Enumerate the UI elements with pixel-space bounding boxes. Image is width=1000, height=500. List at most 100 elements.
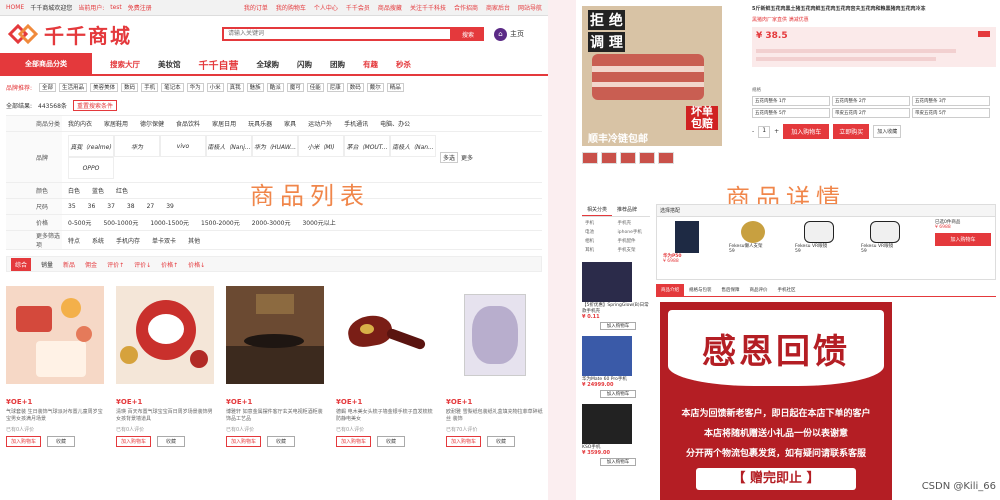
add-to-cart-button[interactable]: 加入购物车 [783, 124, 830, 139]
filter-option[interactable]: 手机内存 [116, 236, 140, 245]
brand-option[interactable]: 小米（MI) [298, 135, 344, 157]
filter-option[interactable]: 36 [88, 203, 96, 210]
reset-filters-button[interactable]: 重置搜索条件 [72, 100, 117, 111]
filter-option[interactable]: 蓝色 [92, 186, 104, 195]
sort-option[interactable]: 新品 [63, 260, 75, 269]
side-product-title[interactable]: 【5折优惠】SpringGlow(B)日常款手机壳 [582, 302, 650, 314]
nav-item[interactable]: 美妆馆 [158, 59, 181, 70]
filter-option[interactable]: 食品饮料 [176, 119, 200, 128]
filter-option[interactable]: 1000-1500元 [150, 218, 189, 227]
spec-option[interactable]: 五花肉整条 2斤 [832, 96, 910, 106]
product-card[interactable]: ¥OE+1 博雅轩 如意金属摆件客厅玄关电视柜酒柜装饰品工艺品 已有0人评价 加… [226, 286, 324, 447]
spec-option[interactable]: 五花肉整条 5斤 [752, 108, 830, 118]
product-image[interactable] [226, 286, 324, 384]
brand-chip[interactable]: 华为 [186, 82, 204, 92]
search-input[interactable] [222, 27, 452, 41]
brand-option[interactable]: 南极人（Nan... [390, 135, 436, 157]
brand-chip[interactable]: 数码 [346, 82, 364, 92]
product-title[interactable]: 气球套装 生日装饰气球派对布置儿童周岁宝宝男女孩满月场景 [6, 409, 104, 423]
bundle-item[interactable]: 华为P50 ¥ 6988 [663, 221, 711, 264]
thumbnail[interactable] [620, 152, 636, 164]
filter-option[interactable]: 39 [166, 203, 174, 210]
nav-item[interactable]: 闪购 [297, 59, 312, 70]
product-image[interactable] [336, 286, 434, 384]
register-link[interactable]: 免费注册 [128, 3, 152, 12]
sort-option[interactable]: 销量 [41, 260, 53, 269]
filter-option[interactable]: 2000-3000元 [252, 218, 291, 227]
spec-option[interactable]: 带皮五花肉 5斤 [912, 108, 990, 118]
logo[interactable]: 千千商城 [8, 20, 132, 49]
filter-option[interactable]: 500-1000元 [103, 218, 138, 227]
qty-decrease[interactable]: - [752, 128, 754, 135]
product-card[interactable]: ¥OE+1 德蝎 电木美女头梳子墙金银手梳子直发梳梳防静电美女 已有0人评价 加… [336, 286, 434, 447]
product-image[interactable] [6, 286, 104, 384]
top-link[interactable]: 商家后台 [486, 3, 510, 12]
filter-option[interactable]: 我的内衣 [68, 119, 92, 128]
brand-chip[interactable]: 戴尔 [366, 82, 384, 92]
brand-chip[interactable]: 笔记本 [161, 82, 184, 92]
brand-chip[interactable]: 酷派 [266, 82, 284, 92]
brand-chip[interactable]: 手机 [141, 82, 159, 92]
filter-option[interactable]: 3000元以上 [302, 218, 335, 227]
filter-option[interactable]: 系统 [92, 236, 104, 245]
side-product[interactable]: 【5折优惠】SpringGlow(B)日常款手机壳 ¥ 0.11 加入购物车 [582, 262, 650, 330]
brand-option[interactable]: 华为 [114, 135, 160, 157]
product-card[interactable]: ¥OE+1 清瑛 百天布置气球宝宝百日周岁场景装饰男女孩背景墙道具 已有0人评价… [116, 286, 214, 447]
side-category[interactable]: 电池 [585, 229, 615, 235]
side-category[interactable]: 手机壳 [618, 220, 648, 226]
filter-option[interactable]: 玩具乐器 [248, 119, 272, 128]
search-button[interactable]: 搜索 [452, 27, 484, 41]
add-to-cart-button[interactable]: 加入购物车 [336, 436, 372, 447]
product-title[interactable]: 德蝎 电木美女头梳子墙金银手梳子直发梳梳防静电美女 [336, 409, 434, 423]
nav-item[interactable]: 秒杀 [396, 59, 411, 70]
add-to-cart-button[interactable]: 加入购物车 [446, 436, 482, 447]
side-category[interactable]: 手机 [585, 220, 615, 226]
brand-option[interactable]: 华为（HUAW... [252, 135, 298, 157]
detail-tab[interactable]: 规格与包装 [684, 284, 717, 296]
share-icon[interactable] [978, 31, 990, 37]
sort-option[interactable]: 价格↑ [161, 260, 178, 269]
home-button[interactable]: ⌂ 主页 [494, 27, 524, 41]
brand-chip[interactable]: 生活用品 [59, 82, 88, 92]
sort-option[interactable]: 价格↓ [188, 260, 205, 269]
spec-option[interactable]: 五花肉整条 3斤 [912, 96, 990, 106]
spec-option[interactable]: 带皮五花肉 2斤 [832, 108, 910, 118]
side-category[interactable]: 手机支架 [618, 247, 648, 253]
brand-option[interactable]: 真我（realme) [68, 135, 114, 157]
bundle-item[interactable]: Fekesu VR眼镜 59 [795, 221, 843, 264]
add-to-cart-button[interactable]: 加入购物车 [6, 436, 42, 447]
top-link[interactable]: 我的购物车 [276, 3, 306, 12]
sort-option[interactable]: 佣金 [85, 260, 97, 269]
favorite-button[interactable]: 加入收藏 [873, 125, 902, 138]
brand-chip[interactable]: 美容美体 [90, 82, 119, 92]
filter-option[interactable]: 红色 [116, 186, 128, 195]
detail-tab[interactable]: 商品评价 [745, 284, 773, 296]
brand-chip[interactable]: 小米 [206, 82, 224, 92]
nav-item[interactable]: 搜索大厅 [110, 59, 140, 70]
brand-option[interactable]: 茅台（MOUT... [344, 135, 390, 157]
favorite-button[interactable]: 收藏 [377, 436, 406, 447]
top-link[interactable]: 我的订单 [244, 3, 268, 12]
detail-tab[interactable]: 售后保障 [717, 284, 745, 296]
filter-option[interactable]: 37 [107, 203, 115, 210]
top-link[interactable]: 网站导航 [518, 3, 542, 12]
brand-chip[interactable]: 精品 [386, 82, 404, 92]
brand-chip[interactable]: 数码 [121, 82, 139, 92]
product-image[interactable] [116, 286, 214, 384]
filter-option[interactable]: 27 [147, 203, 155, 210]
home-link[interactable]: HOME [6, 4, 24, 11]
side-add-to-cart[interactable]: 加入购物车 [600, 322, 636, 330]
nav-item[interactable]: 团购 [330, 59, 345, 70]
filter-option[interactable]: 白色 [68, 186, 80, 195]
filter-option[interactable]: 1500-2000元 [201, 218, 240, 227]
side-product-image[interactable] [582, 336, 632, 376]
all-categories[interactable]: 全部商品分类 [0, 53, 92, 75]
side-product[interactable]: KSO手机 ¥ 3599.00 加入购物车 [582, 404, 650, 466]
filter-option[interactable]: 35 [68, 203, 76, 210]
side-add-to-cart[interactable]: 加入购物车 [600, 458, 636, 466]
nav-item[interactable]: 全球购 [257, 59, 280, 70]
side-category[interactable]: 耳机 [585, 247, 615, 253]
bundle-add-to-cart[interactable]: 加入购物车 [935, 233, 991, 246]
filter-option[interactable]: 38 [127, 203, 135, 210]
sort-option[interactable]: 评价↑ [107, 260, 124, 269]
